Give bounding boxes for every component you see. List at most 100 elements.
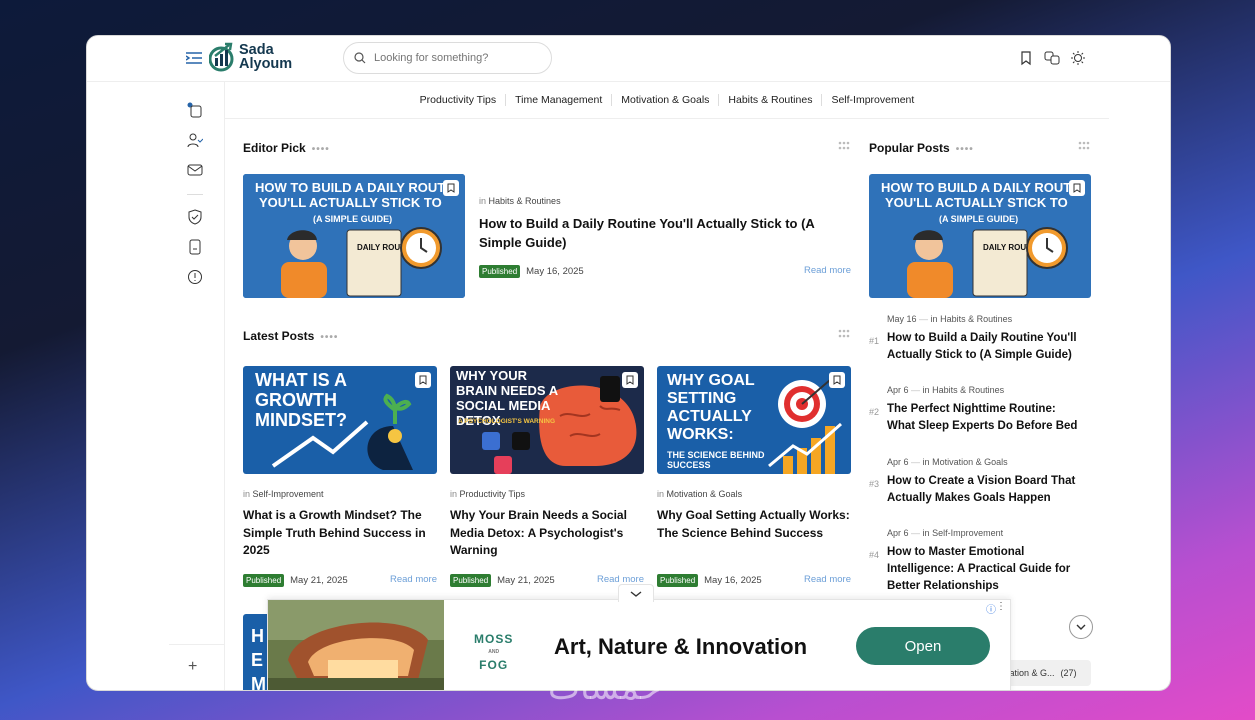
logo-line-1: Sada [239,42,274,58]
home-icon[interactable] [187,102,203,118]
drag-handle-icon[interactable] [1077,140,1091,154]
ad-info-icon[interactable]: ⓘ [986,601,996,616]
bookmark-button[interactable] [443,180,459,196]
logo-text: Sada Alyoum [239,42,292,72]
post-title[interactable]: How to Build a Daily Routine You'll Actu… [479,214,834,252]
chevron-down-icon [630,590,642,597]
post-title[interactable]: How to Master Emotional Intelligence: A … [887,544,1079,595]
post-title[interactable]: How to Create a Vision Board That Actual… [887,473,1079,507]
in-label: in [930,314,938,324]
translate-icon[interactable] [1044,50,1060,66]
search-icon [354,52,366,64]
popular-post-item[interactable]: May 16 — in Habits & Routines #1 How to … [869,314,1079,364]
document-icon[interactable] [187,239,203,255]
category-link[interactable]: Motivation & Goals [611,94,718,106]
post-date: Apr 6 [887,457,909,467]
dots-icon: •••• [955,144,974,155]
rank-number: #1 [869,336,880,346]
bookmark-button[interactable] [415,372,431,388]
post-thumbnail[interactable]: WHY YOUR BRAIN NEEDS A SOCIAL MEDIA DETO… [450,366,644,474]
site-logo[interactable]: Sada Alyoum [209,42,292,72]
post-meta: Published May 16, 2025 [479,265,584,278]
post-category: in Motivation & Goals [657,489,742,499]
thumb-subtext: THE SCIENCE BEHIND SUCCESS [667,450,765,470]
post-title[interactable]: What is a Growth Mindset? The Simple Tru… [243,507,435,560]
post-title[interactable]: The Perfect Nighttime Routine: What Slee… [887,401,1079,435]
status-badge: Published [657,574,699,587]
category-link[interactable]: Motivation & Goals [667,489,743,499]
thumb-line-3: (A SIMPLE GUIDE) [939,214,1018,224]
shield-icon[interactable] [187,209,203,225]
thumb-line-2: YOU'LL ACTUALLY STICK TO [259,195,442,210]
section-title-text: Popular Posts [869,141,950,155]
ad-headline: Art, Nature & Innovation [554,634,808,659]
category-chip[interactable]: ivation & G... (27) [999,660,1091,686]
sidebar-divider [187,194,203,195]
thumb-line-1: HOW TO BUILD A DAILY ROUTI [881,180,1075,195]
post-date: May 16, 2025 [526,266,584,277]
category-link[interactable]: Habits & Routines [718,94,821,106]
ad-image [268,600,444,690]
popular-post-meta: Apr 6 — in Motivation & Goals [887,457,1079,467]
category-link[interactable]: Habits & Routines [932,385,1004,395]
bookmark-button[interactable] [829,372,845,388]
post-date: Apr 6 [887,385,909,395]
bookmark-button[interactable] [1069,180,1085,196]
bookmark-icon[interactable] [1018,50,1034,66]
mail-icon[interactable] [187,162,203,178]
status-badge: Published [479,265,521,278]
drag-handle-icon[interactable] [837,140,851,154]
popular-post-item[interactable]: Apr 6 — in Habits & Routines #2 The Perf… [869,385,1079,435]
bookmark-button[interactable] [622,372,638,388]
add-icon[interactable]: + [188,658,197,676]
ad-more-icon[interactable]: ⋮ [996,601,1006,612]
section-title-text: Editor Pick [243,141,306,155]
post-thumbnail[interactable]: WHY GOAL SETTING ACTUALLY WORKS: THE SCI… [657,366,851,474]
category-link[interactable]: Self-Improvement [253,489,324,499]
post-title[interactable]: Why Goal Setting Actually Works: The Sci… [657,507,853,542]
read-more-link[interactable]: Read more [804,574,851,585]
post-title[interactable]: How to Build a Daily Routine You'll Actu… [887,330,1079,364]
ad-open-button[interactable]: Open [856,627,990,665]
in-label: in [657,489,665,499]
category-link[interactable]: Productivity Tips [411,94,505,106]
theme-toggle-icon[interactable] [1070,50,1086,66]
category-link[interactable]: Self-Improvement [821,94,923,106]
category-link[interactable]: Habits & Routines [489,196,561,206]
scroll-down-button[interactable] [1069,615,1093,639]
editor-pick-thumbnail[interactable]: HOW TO BUILD A DAILY ROUTI YOU'LL ACTUAL… [243,174,465,298]
post-date: May 21, 2025 [497,575,555,586]
post-thumbnail[interactable]: WHAT IS A GROWTH MINDSET? [243,366,437,474]
popular-post-thumbnail[interactable]: HOW TO BUILD A DAILY ROUTI YOU'LL ACTUAL… [869,174,1091,298]
category-link[interactable]: Productivity Tips [460,489,526,499]
in-label: in [479,196,487,206]
growth-mindset-illustration: WHAT IS A GROWTH MINDSET? [243,366,437,474]
category-link[interactable]: Time Management [505,94,611,106]
category-link[interactable]: Motivation & Goals [932,457,1008,467]
in-label: in [922,528,930,538]
rank-number: #2 [869,407,880,417]
separator: — [911,385,921,395]
info-icon[interactable] [187,269,203,285]
search-box[interactable] [343,42,552,74]
post-meta: Published May 16, 2025 [657,574,762,587]
sidebar-bottom-divider [169,644,225,645]
category-link[interactable]: Habits & Routines [940,314,1012,324]
post-category: in Habits & Routines [479,196,561,206]
separator: — [919,314,929,324]
users-icon[interactable] [187,132,203,148]
read-more-link[interactable]: Read more [390,574,437,585]
read-more-link[interactable]: Read more [804,265,851,276]
separator: — [911,528,921,538]
editor-pick-heading: Editor Pick •••• [243,141,330,155]
popular-posts-heading: Popular Posts •••• [869,141,974,155]
category-link[interactable]: Self-Improvement [932,528,1003,538]
ad-collapse-button[interactable] [618,584,654,602]
sidebar-toggle-icon[interactable] [186,52,202,64]
search-input[interactable] [374,52,534,64]
post-title[interactable]: Why Your Brain Needs a Social Media Deto… [450,507,642,560]
popular-post-item[interactable]: Apr 6 — in Self-Improvement #4 How to Ma… [869,528,1079,595]
drag-handle-icon[interactable] [837,328,851,342]
popular-post-item[interactable]: Apr 6 — in Motivation & Goals #3 How to … [869,457,1079,507]
popular-post-meta: May 16 — in Habits & Routines [887,314,1079,324]
